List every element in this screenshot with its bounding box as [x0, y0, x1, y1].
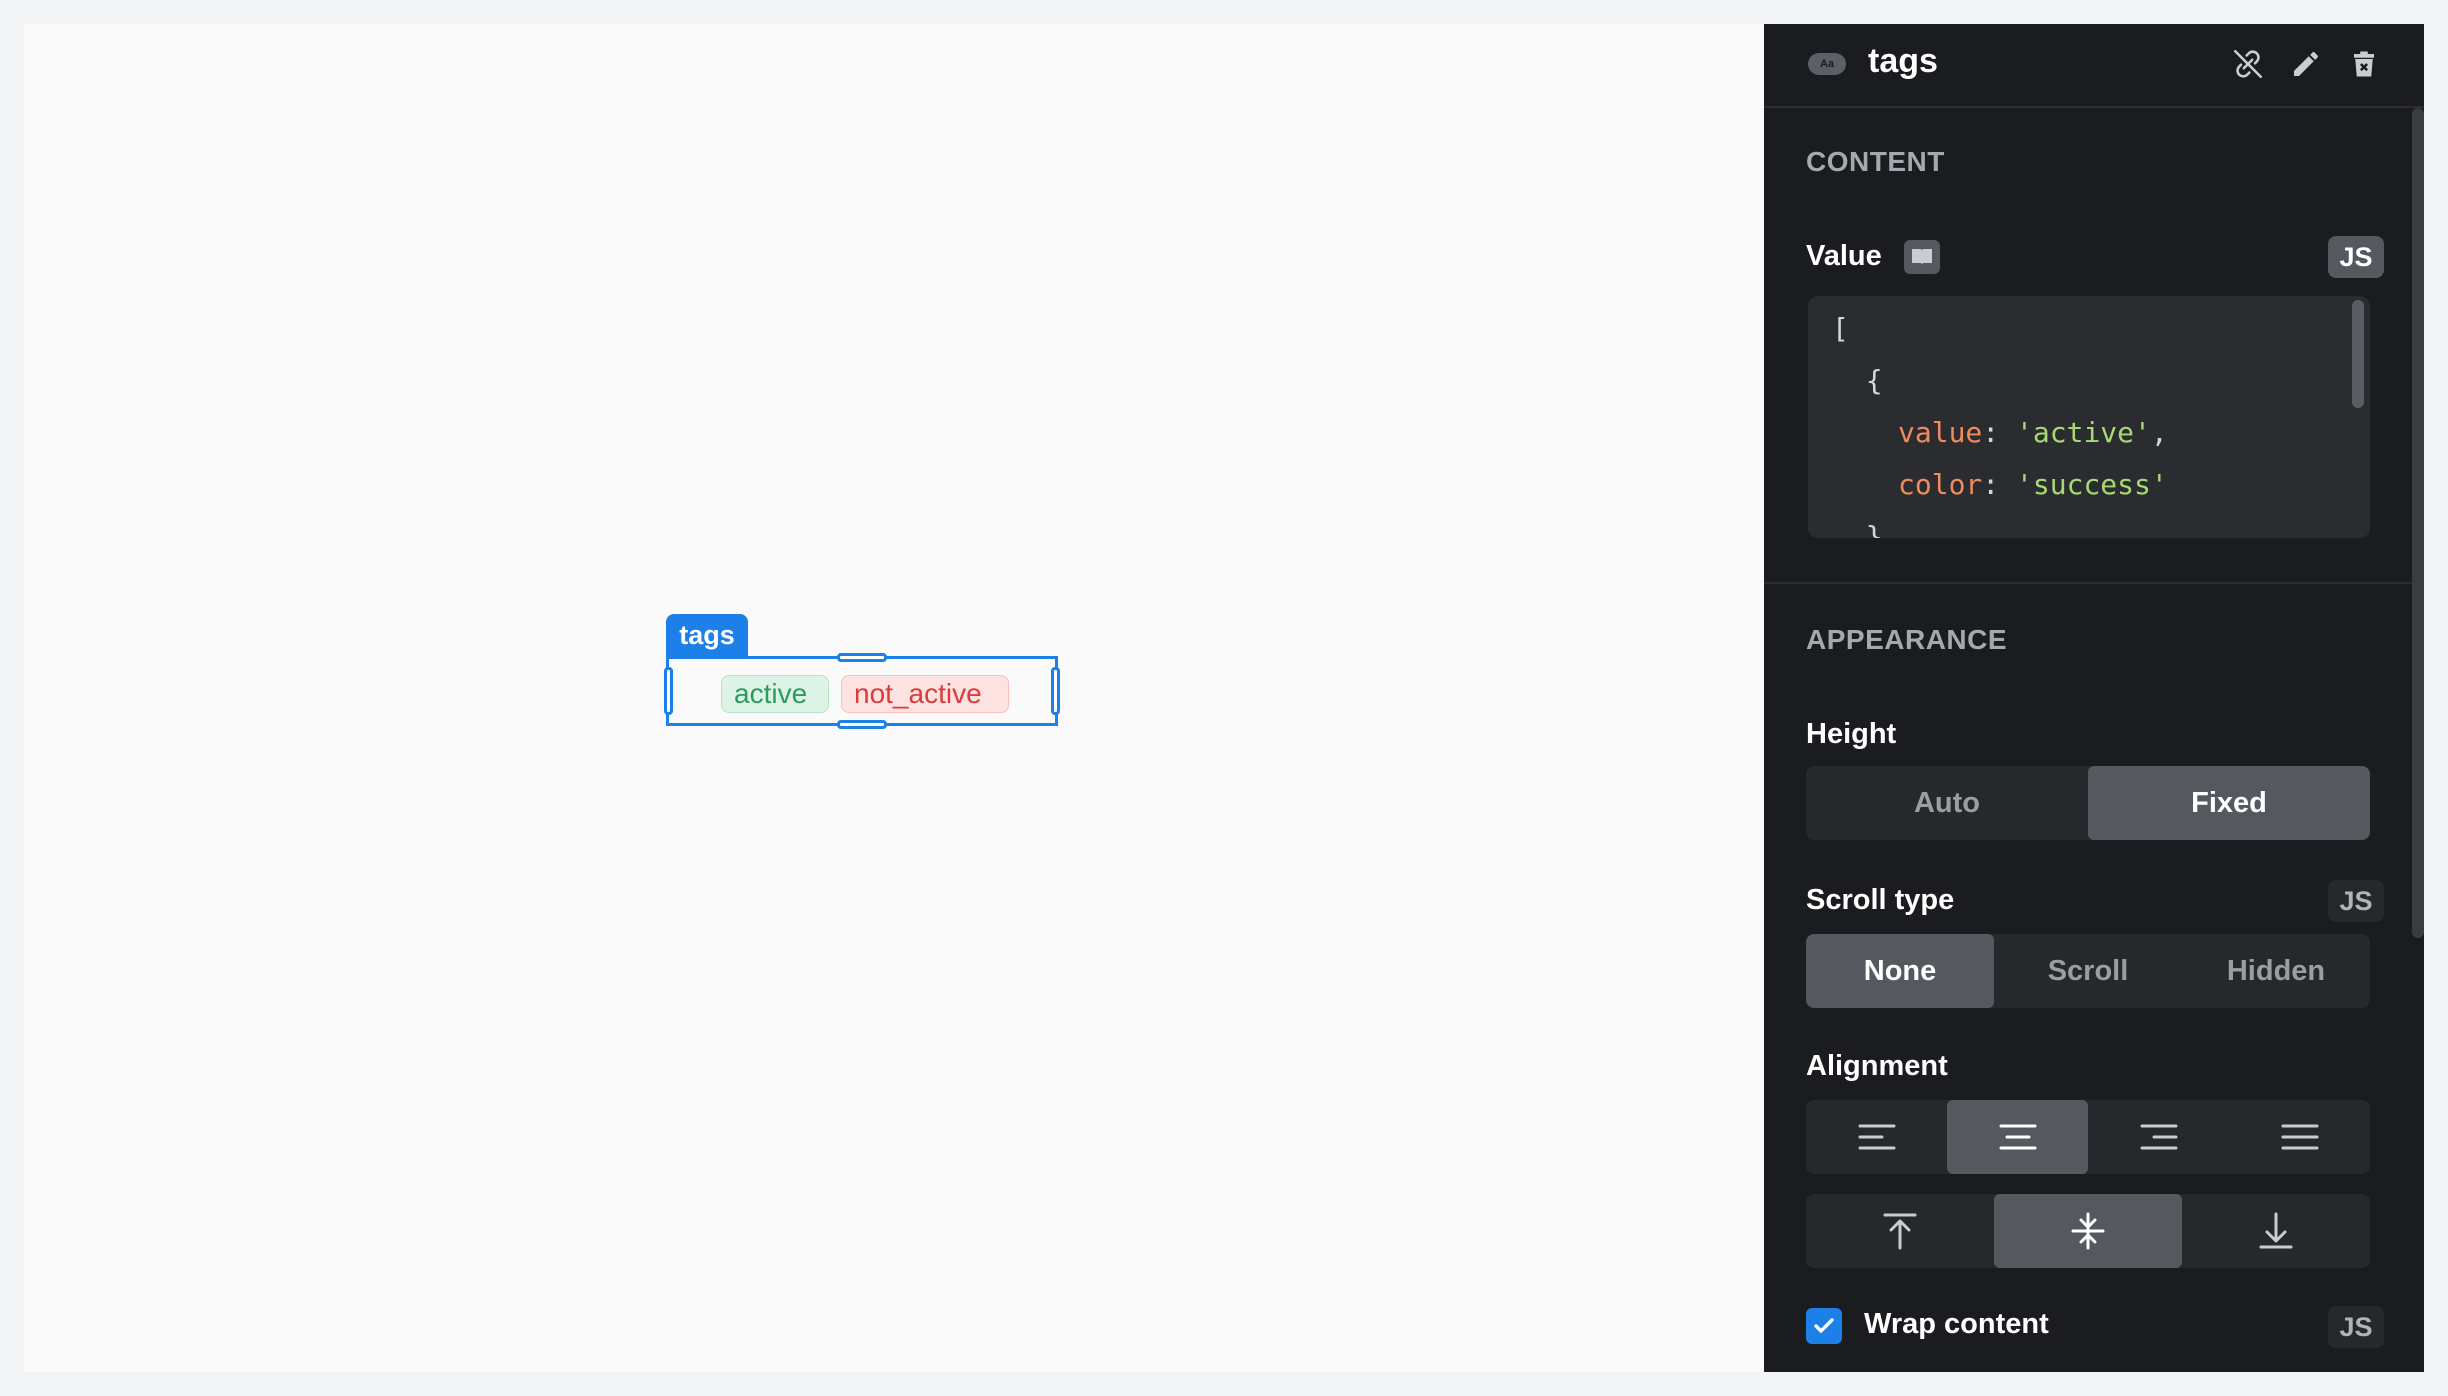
code-key: value — [1898, 416, 1983, 449]
section-divider — [1764, 582, 2414, 584]
scroll-type-js-toggle[interactable]: JS — [2328, 880, 2384, 922]
panel-header: Aa tags — [1764, 24, 2424, 108]
code-line: [ — [1832, 312, 1849, 345]
wrap-content-js-toggle[interactable]: JS — [2328, 1306, 2384, 1348]
value-js-toggle[interactable]: JS — [2328, 236, 2384, 278]
resize-handle-bottom[interactable] — [837, 720, 887, 729]
code-line: value: 'active', — [1898, 416, 2168, 449]
tags-widget[interactable]: active not_active — [664, 653, 1060, 729]
code-string: 'active' — [2016, 416, 2151, 449]
pencil-icon[interactable] — [2286, 44, 2326, 84]
panel-title[interactable]: tags — [1868, 42, 1938, 81]
scroll-hidden-button[interactable]: Hidden — [2182, 934, 2370, 1008]
wrap-content-checkbox[interactable] — [1806, 1308, 1842, 1344]
component-type-icon: Aa — [1808, 53, 1846, 75]
value-code-editor[interactable]: [ { value: 'active', color: 'success' } — [1808, 296, 2370, 538]
unlink-icon[interactable] — [2228, 44, 2268, 84]
canvas[interactable]: tags active not_active — [24, 24, 1764, 1372]
value-label: Value — [1806, 240, 1882, 272]
code-line: } — [1832, 520, 1883, 538]
height-auto-button[interactable]: Auto — [1806, 766, 2088, 840]
height-label: Height — [1806, 718, 1897, 750]
trash-icon[interactable] — [2344, 44, 2384, 84]
code-line: { — [1832, 364, 1883, 397]
height-fixed-button[interactable]: Fixed — [2088, 766, 2370, 840]
scroll-none-button[interactable]: None — [1806, 934, 1994, 1008]
resize-handle-left[interactable] — [664, 667, 673, 715]
appearance-section-title: APPEARANCE — [1806, 624, 2008, 655]
inspector-panel: Aa tags CONTENT Value JS [ { value: 'act… — [1764, 24, 2424, 1372]
height-segmented-control: Auto Fixed — [1806, 766, 2370, 840]
resize-handle-right[interactable] — [1051, 667, 1060, 715]
code-string: 'success' — [2016, 468, 2168, 501]
wrap-content-label[interactable]: Wrap content — [1864, 1308, 2049, 1341]
scroll-type-segmented-control: None Scroll Hidden — [1806, 934, 2370, 1008]
align-middle-icon[interactable] — [1994, 1194, 2182, 1268]
horizontal-alignment-control — [1806, 1100, 2370, 1174]
align-justify-icon[interactable] — [2229, 1100, 2370, 1174]
align-left-icon[interactable] — [1806, 1100, 1947, 1174]
content-section-title: CONTENT — [1806, 146, 1945, 177]
align-right-icon[interactable] — [2088, 1100, 2229, 1174]
code-scrollbar[interactable] — [2352, 300, 2364, 408]
alignment-label: Alignment — [1806, 1050, 1948, 1082]
vertical-alignment-control — [1806, 1194, 2370, 1268]
scroll-scroll-button[interactable]: Scroll — [1994, 934, 2182, 1008]
align-bottom-icon[interactable] — [2182, 1194, 2370, 1268]
code-line: color: 'success' — [1898, 468, 2168, 501]
align-center-icon[interactable] — [1947, 1100, 2088, 1174]
tag-active: active — [721, 675, 829, 713]
resize-handle-top[interactable] — [837, 653, 887, 662]
docs-book-icon[interactable] — [1904, 240, 1940, 274]
tag-not-active: not_active — [841, 675, 1009, 713]
scroll-type-label: Scroll type — [1806, 884, 1955, 916]
align-top-icon[interactable] — [1806, 1194, 1994, 1268]
panel-scrollbar[interactable] — [2412, 108, 2424, 938]
code-key: color — [1898, 468, 1983, 501]
widget-label[interactable]: tags — [666, 614, 748, 656]
